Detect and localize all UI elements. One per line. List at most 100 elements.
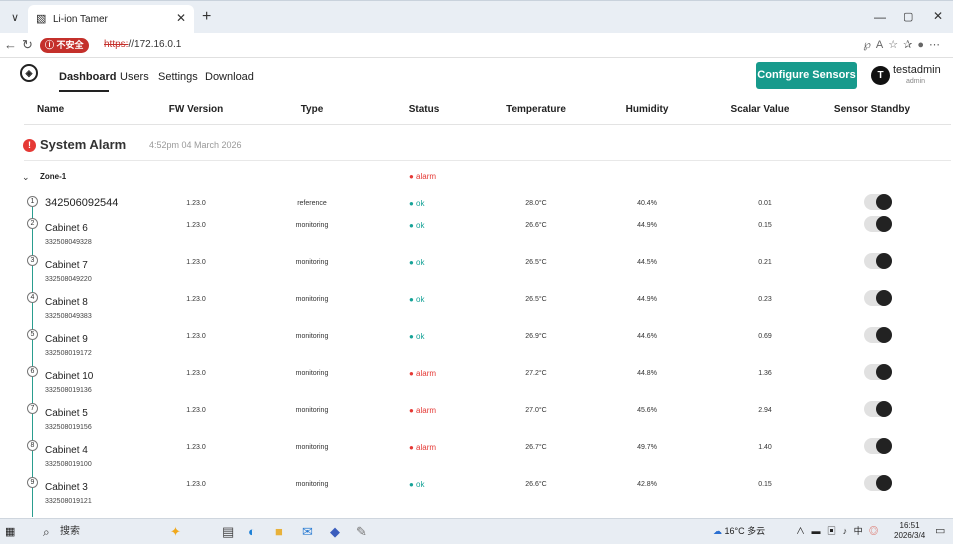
- alarm-divider: [24, 160, 951, 161]
- collections-icon[interactable]: ✰: [903, 39, 917, 51]
- sensor-standby-toggle[interactable]: [864, 401, 892, 417]
- scalar-value: 0.21: [758, 259, 772, 266]
- maximize-icon[interactable]: ▢: [903, 10, 913, 23]
- app-icon[interactable]: ◆: [330, 524, 340, 540]
- humidity: 49.7%: [637, 444, 657, 451]
- system-tray[interactable]: ∧ ▬ ▣ ♪ 中 ◎: [796, 526, 880, 537]
- sensor-serial: 332508019172: [45, 350, 92, 357]
- sensor-serial: 332508049328: [45, 239, 92, 246]
- file-explorer-icon[interactable]: ■: [275, 524, 283, 540]
- status-badge: ● alarm: [409, 369, 437, 378]
- row-index: 8: [27, 440, 38, 451]
- tab-list-chevron-icon[interactable]: ∨: [6, 9, 24, 27]
- sensor-standby-toggle[interactable]: [864, 290, 892, 306]
- edge-icon[interactable]: ◐: [248, 524, 256, 540]
- fw-version: 1.23.0: [186, 370, 206, 377]
- table-row[interactable]: 2 Cabinet 6 332508049328 1.23.0 monitori…: [0, 216, 953, 256]
- col-humidity: Humidity: [625, 104, 669, 115]
- sensor-type: monitoring: [295, 444, 329, 451]
- clock[interactable]: 16:51 2026/3/4: [894, 521, 925, 541]
- sensor-standby-toggle[interactable]: [864, 194, 892, 210]
- minimize-icon[interactable]: —: [874, 10, 886, 24]
- sensor-name: Cabinet 7: [45, 260, 88, 271]
- fw-version: 1.23.0: [186, 296, 206, 303]
- table-row[interactable]: 8 Cabinet 4 332508019100 1.23.0 monitori…: [0, 438, 953, 478]
- sensor-serial: 332508019136: [45, 387, 92, 394]
- copilot-icon[interactable]: ✦: [170, 524, 181, 540]
- row-index: 5: [27, 329, 38, 340]
- task-view-icon[interactable]: ▤: [222, 524, 234, 540]
- app-logo-icon[interactable]: ◈: [20, 64, 38, 82]
- back-icon[interactable]: ←: [4, 38, 17, 52]
- user-name[interactable]: testadmin: [893, 64, 941, 76]
- status-badge: ● ok: [409, 332, 425, 341]
- sensor-standby-toggle[interactable]: [864, 327, 892, 343]
- address-bar-actions[interactable]: ℘A☆✰●⋯: [863, 37, 945, 53]
- temperature: 26.5°C: [525, 296, 547, 303]
- sensor-name: Cabinet 5: [45, 408, 88, 419]
- temperature: 26.7°C: [525, 444, 547, 451]
- configure-sensors-button[interactable]: Configure Sensors: [756, 62, 857, 89]
- header-divider: [24, 124, 951, 125]
- notification-icon[interactable]: ▭: [935, 525, 945, 537]
- new-tab-icon[interactable]: +: [202, 8, 211, 26]
- windows-start-icon[interactable]: ▦: [5, 526, 15, 538]
- sensor-standby-toggle[interactable]: [864, 364, 892, 380]
- mail-icon[interactable]: ✉: [302, 524, 313, 540]
- sensor-standby-toggle[interactable]: [864, 475, 892, 491]
- sensor-standby-toggle[interactable]: [864, 438, 892, 454]
- weather-widget[interactable]: ☁ 16°C 多云: [713, 526, 765, 537]
- table-row[interactable]: 5 Cabinet 9 332508019172 1.23.0 monitori…: [0, 327, 953, 367]
- fw-version: 1.23.0: [186, 444, 206, 451]
- pen-icon[interactable]: ✎: [356, 524, 367, 540]
- close-window-icon[interactable]: ✕: [933, 9, 943, 23]
- tray-chevron-icon[interactable]: ∧: [796, 526, 807, 536]
- table-row[interactable]: 4 Cabinet 8 332508049383 1.23.0 monitori…: [0, 290, 953, 330]
- browser-tab[interactable]: ▧ Li-ion Tamer ✕: [28, 5, 194, 34]
- not-secure-badge[interactable]: ⓘ 不安全: [40, 38, 89, 53]
- zone-label[interactable]: Zone-1: [40, 172, 66, 182]
- table-row[interactable]: 9 Cabinet 3 332508019121 1.23.0 monitori…: [0, 475, 953, 515]
- table-row[interactable]: 3 Cabinet 7 332508049220 1.23.0 monitori…: [0, 253, 953, 293]
- sensor-serial: 332508049220: [45, 276, 92, 283]
- sensor-name: Cabinet 9: [45, 334, 88, 345]
- sensor-name: Cabinet 8: [45, 297, 88, 308]
- profile-icon[interactable]: ●: [917, 39, 929, 51]
- nav-settings[interactable]: Settings: [158, 70, 198, 84]
- search-icon[interactable]: ⌕: [43, 525, 50, 539]
- temperature: 27.2°C: [525, 370, 547, 377]
- zone-status: ● alarm: [409, 172, 437, 181]
- taskbar-search-label[interactable]: 搜索: [60, 526, 80, 538]
- close-tab-icon[interactable]: ✕: [176, 11, 186, 25]
- table-row[interactable]: 7 Cabinet 5 332508019156 1.23.0 monitori…: [0, 401, 953, 441]
- zone-chevron-down-icon[interactable]: ⌄: [22, 172, 30, 182]
- nav-users[interactable]: Users: [120, 70, 149, 84]
- row-index: 1: [27, 196, 38, 207]
- scalar-value: 0.69: [758, 333, 772, 340]
- tray-security-icon[interactable]: ◎: [869, 526, 880, 536]
- nav-dashboard[interactable]: Dashboard: [59, 70, 116, 84]
- humidity: 45.6%: [637, 407, 657, 414]
- more-icon[interactable]: ⋯: [929, 39, 945, 51]
- tray-app-icon[interactable]: ▣: [827, 526, 838, 536]
- table-row[interactable]: 6 Cabinet 10 332508019136 1.23.0 monitor…: [0, 364, 953, 404]
- row-index: 9: [27, 477, 38, 488]
- ime-label[interactable]: 中: [854, 526, 865, 536]
- col-temperature: Temperature: [506, 104, 566, 115]
- url-field[interactable]: https://172.16.0.1: [104, 39, 181, 51]
- col-scalar-value: Scalar Value: [730, 104, 790, 115]
- volume-icon[interactable]: ♪: [843, 526, 850, 536]
- read-aloud-icon[interactable]: ℘: [863, 39, 876, 51]
- nav-download[interactable]: Download: [205, 70, 254, 84]
- sensor-standby-toggle[interactable]: [864, 253, 892, 269]
- avatar[interactable]: T: [871, 66, 890, 85]
- row-index: 6: [27, 366, 38, 377]
- network-icon[interactable]: ▬: [812, 526, 823, 536]
- sensor-serial: 332508019121: [45, 498, 92, 505]
- reload-icon[interactable]: ↻: [22, 38, 33, 52]
- sensor-standby-toggle[interactable]: [864, 216, 892, 232]
- col-name: Name: [37, 104, 65, 115]
- favorites-icon[interactable]: ☆: [888, 39, 903, 51]
- sensor-serial: 332508049383: [45, 313, 92, 320]
- translate-icon[interactable]: A: [876, 39, 888, 51]
